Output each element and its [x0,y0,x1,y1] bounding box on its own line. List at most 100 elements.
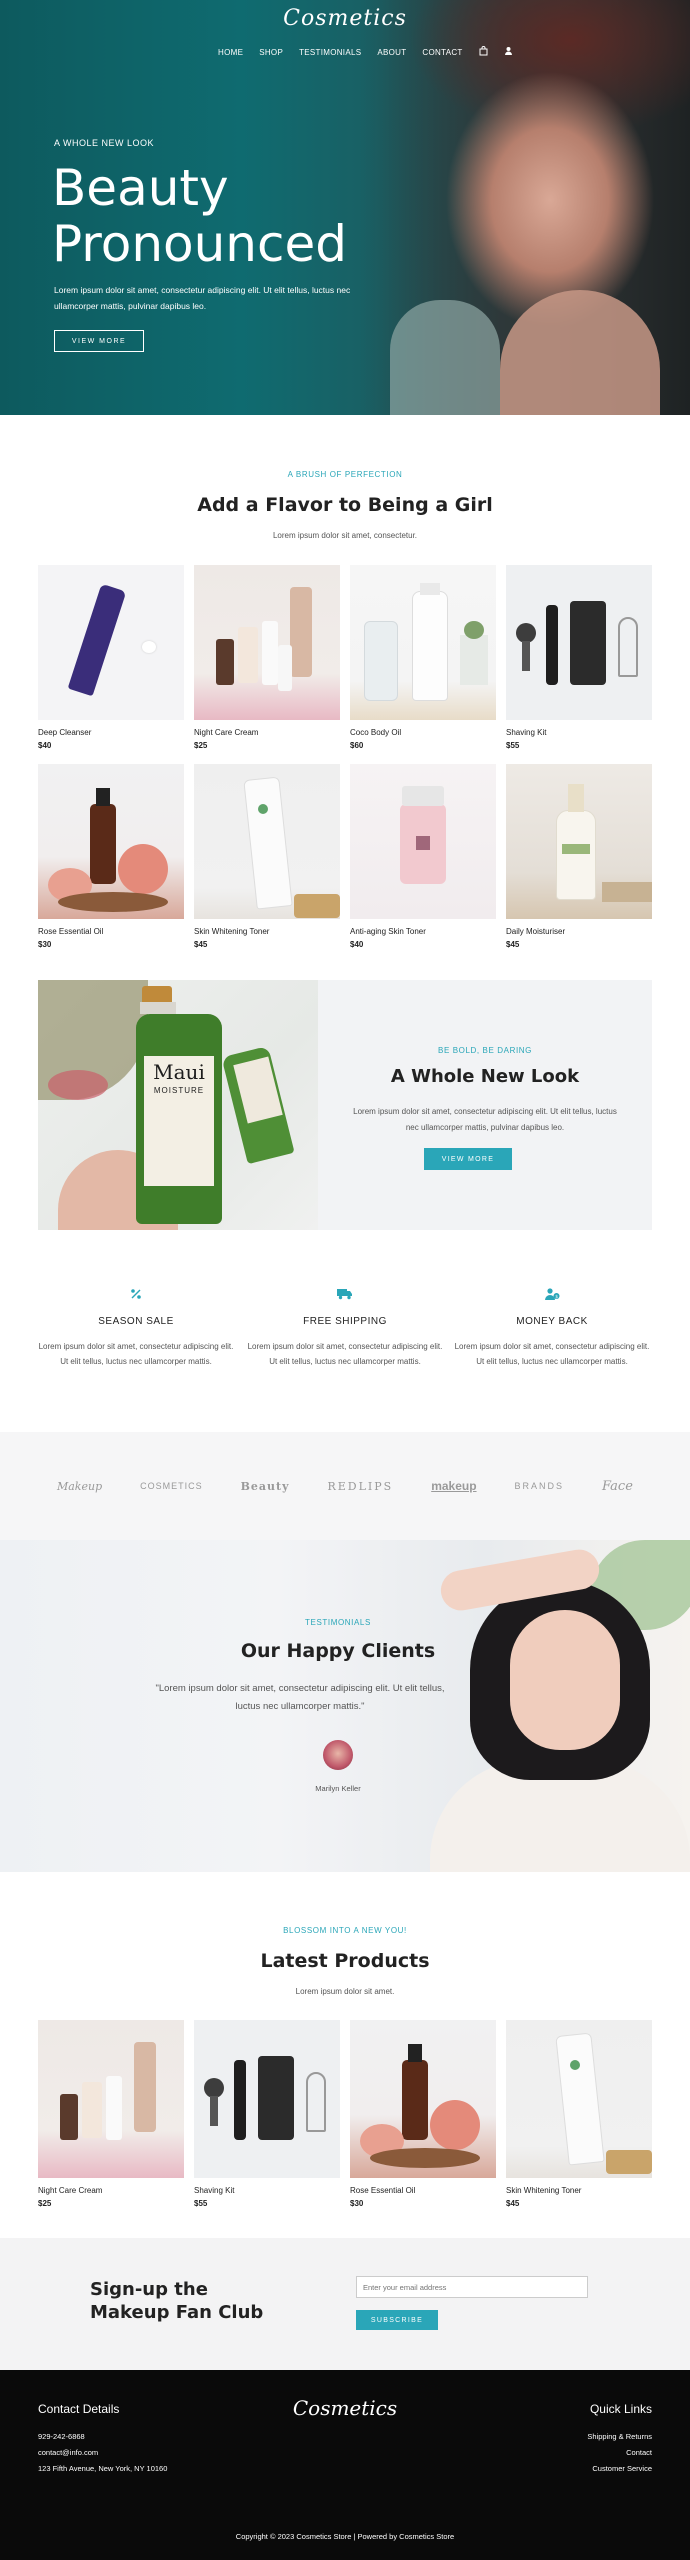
testimonials-eyebrow: TESTIMONIALS [305,1618,371,1627]
collection-subtitle: Lorem ipsum dolor sit amet, consectetur. [272,531,418,540]
site-logo[interactable]: Cosmetics [0,6,690,31]
footer-email[interactable]: contact@info.com [38,2448,98,2457]
product-card[interactable]: Night Care Cream $25 [38,2020,184,2208]
site-footer: Contact Details 929-242-6868 contact@inf… [0,2370,690,2560]
product-card[interactable]: Anti-aging Skin Toner $40 [350,764,496,949]
product-price: $40 [38,741,52,750]
testimonial-quote: "Lorem ipsum dolor sit amet, consectetur… [155,1683,445,1712]
service-season-sale: SEASON SALE Lorem ipsum dolor sit amet, … [36,1288,236,1369]
service-title: FREE SHIPPING [303,1316,387,1327]
footer-link-shipping[interactable]: Shipping & Returns [587,2432,652,2441]
product-image-night-care-cream[interactable] [38,2020,184,2178]
feature-title: A Whole New Look [390,1066,580,1087]
product-card[interactable]: Coco Body Oil $60 [350,565,496,750]
product-card[interactable]: Night Care Cream $25 [194,565,340,750]
user-dollar-icon: $ [452,1288,652,1304]
product-name[interactable]: Rose Essential Oil [38,927,184,936]
footer-link-customer-service[interactable]: Customer Service [592,2464,652,2473]
product-image-skin-whitening-toner[interactable] [194,764,340,919]
product-name[interactable]: Night Care Cream [38,2186,184,2195]
brand-logo-brands[interactable]: BRANDS [515,1481,565,1491]
hero-view-more-button[interactable]: VIEW MORE [54,330,144,352]
hero-title: Beauty Pronounced [52,160,347,272]
footer-phone[interactable]: 929-242-6868 [38,2432,85,2441]
brand-logo-face[interactable]: Face [602,1479,633,1494]
product-image-coco-body-oil[interactable] [350,565,496,720]
cart-icon[interactable] [479,46,488,58]
product-card[interactable]: Skin Whitening Toner $45 [506,2020,652,2208]
hero-text: Lorem ipsum dolor sit amet, consectetur … [54,285,351,311]
product-card[interactable]: Shaving Kit $55 [506,565,652,750]
latest-subtitle: Lorem ipsum dolor sit amet. [295,1987,395,1996]
product-image-deep-cleanser[interactable] [38,565,184,720]
product-name[interactable]: Deep Cleanser [38,728,184,737]
brand-logo-makeup[interactable]: makeup [431,1479,476,1493]
svg-text:$: $ [555,1294,558,1300]
user-icon[interactable] [504,46,513,58]
testimonials-section: TESTIMONIALS Our Happy Clients "Lorem ip… [0,1540,690,1872]
product-name[interactable]: Skin Whitening Toner [506,2186,652,2195]
newsletter-title-line2: Makeup Fan Club [90,2302,264,2323]
product-name[interactable]: Anti-aging Skin Toner [350,927,496,936]
product-card[interactable]: Shaving Kit $55 [194,2020,340,2208]
product-image-shaving-kit[interactable] [194,2020,340,2178]
brand-logo-makeup-script[interactable]: Makeup [57,1480,102,1493]
testimonials-title: Our Happy Clients [240,1640,436,1662]
product-price: $60 [350,741,364,750]
brand-logo-beauty[interactable]: Beauty [241,1480,290,1493]
nav-about[interactable]: ABOUT [377,48,406,57]
product-name[interactable]: Shaving Kit [194,2186,340,2195]
product-image-anti-aging-skin-toner[interactable] [350,764,496,919]
latest-eyebrow: BLOSSOM INTO A NEW YOU! [283,1926,407,1935]
product-name[interactable]: Daily Moisturiser [506,927,652,936]
product-image-shaving-kit[interactable] [506,565,652,720]
subscribe-button[interactable]: SUBSCRIBE [356,2310,438,2330]
product-price: $30 [38,940,52,949]
product-card[interactable]: Rose Essential Oil $30 [38,764,184,949]
product-card[interactable]: Deep Cleanser $40 [38,565,184,750]
feature-image: Maui MOISTURE [38,980,318,1230]
product-name[interactable]: Skin Whitening Toner [194,927,340,936]
footer-logo[interactable]: Cosmetics [0,2396,690,2420]
product-price: $30 [350,2199,364,2208]
bottle-brand-label: Maui [153,1060,205,1084]
product-card[interactable]: Skin Whitening Toner $45 [194,764,340,949]
collection-eyebrow: A BRUSH OF PERFECTION [287,470,403,479]
brand-logo-redlips[interactable]: REDLIPS [327,1480,393,1493]
feature-view-more-button[interactable]: VIEW MORE [424,1148,512,1170]
footer-link-contact[interactable]: Contact [626,2448,652,2457]
product-price: $55 [194,2199,208,2208]
newsletter-title-line1: Sign-up the [90,2279,208,2300]
service-text: Lorem ipsum dolor sit amet, consectetur … [247,1342,443,1366]
service-text: Lorem ipsum dolor sit amet, consectetur … [38,1342,234,1366]
product-image-daily-moisturiser[interactable] [506,764,652,919]
product-image-rose-essential-oil[interactable] [350,2020,496,2178]
service-money-back: $ MONEY BACK Lorem ipsum dolor sit amet,… [452,1288,652,1369]
product-image-rose-essential-oil[interactable] [38,764,184,919]
percent-icon [36,1288,236,1304]
footer-copyright: Copyright © 2023 Cosmetics Store | Power… [235,2532,455,2541]
service-free-shipping: FREE SHIPPING Lorem ipsum dolor sit amet… [245,1288,445,1369]
nav-home[interactable]: HOME [218,48,243,57]
footer-address: 123 Fifth Avenue, New York, NY 10160 [38,2464,168,2473]
product-name[interactable]: Night Care Cream [194,728,340,737]
latest-product-grid: Night Care Cream $25 Shaving Kit $55 Ros… [38,2020,652,2208]
product-name[interactable]: Coco Body Oil [350,728,496,737]
nav-shop[interactable]: SHOP [259,48,283,57]
nav-contact[interactable]: CONTACT [422,48,462,57]
product-card[interactable]: Daily Moisturiser $45 [506,764,652,949]
newsletter-title: Sign-up the Makeup Fan Club [90,2278,290,2324]
product-name[interactable]: Rose Essential Oil [350,2186,496,2195]
product-image-night-care-cream[interactable] [194,565,340,720]
product-image-skin-whitening-toner[interactable] [506,2020,652,2178]
product-name[interactable]: Shaving Kit [506,728,652,737]
collection-title: Add a Flavor to Being a Girl [197,494,493,516]
brand-logo-cosmetics[interactable]: COSMETICS [140,1481,203,1491]
nav-testimonials[interactable]: TESTIMONIALS [299,48,361,57]
hero-title-line1: Beauty [52,159,229,217]
product-card[interactable]: Rose Essential Oil $30 [350,2020,496,2208]
avatar [323,1740,353,1770]
email-field[interactable] [356,2276,588,2298]
product-price: $45 [506,2199,520,2208]
feature-eyebrow: BE BOLD, BE DARING [438,1046,532,1055]
